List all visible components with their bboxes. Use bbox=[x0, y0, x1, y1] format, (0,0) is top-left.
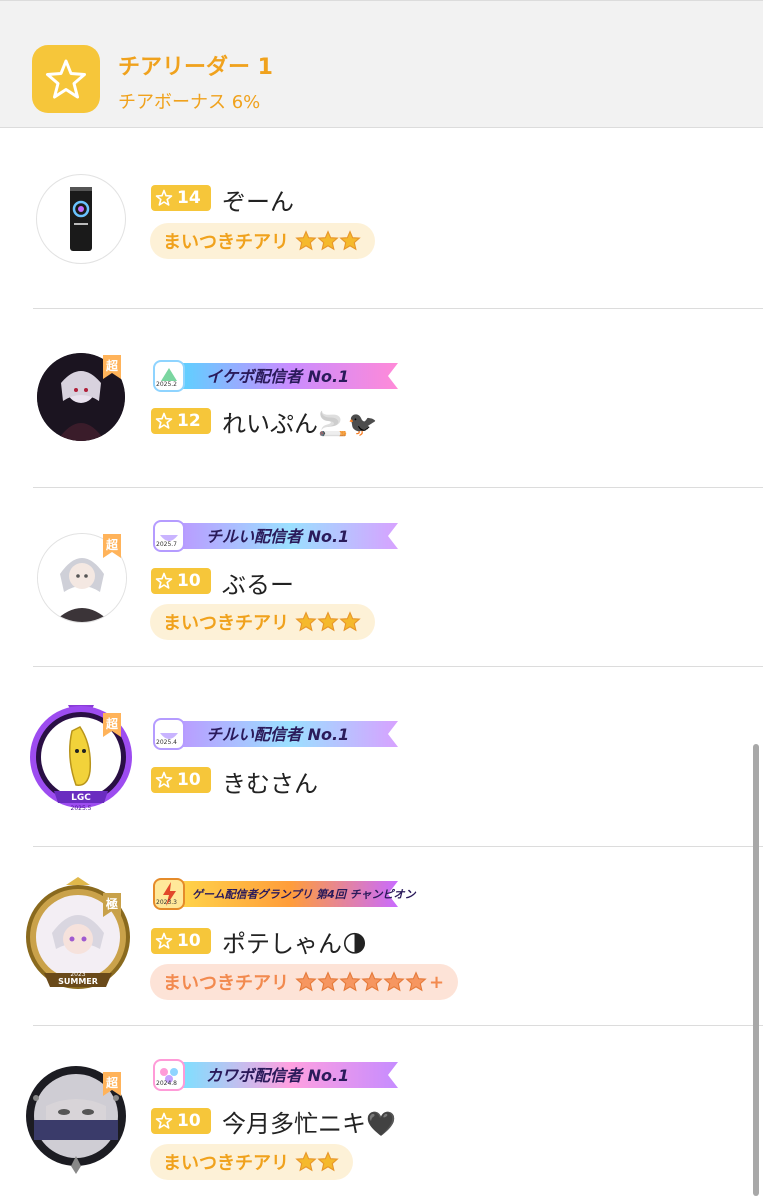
rank-number: 10 bbox=[177, 571, 201, 591]
star-outline-icon bbox=[155, 771, 173, 788]
orange-star-icon bbox=[405, 971, 427, 992]
super-badge-icon: 超 bbox=[103, 1072, 121, 1096]
achievement-badge[interactable]: チルい配信者 No.1 2025.4 bbox=[152, 717, 398, 751]
super-badge-icon: 極 bbox=[103, 893, 121, 917]
rank-number: 10 bbox=[177, 931, 201, 951]
cheerleader-header: チアリーダー 1 チアボーナス 6% bbox=[0, 0, 763, 128]
gold-star-icon bbox=[295, 1151, 317, 1172]
rank-number: 12 bbox=[177, 411, 201, 431]
gold-star-icon bbox=[339, 611, 361, 632]
rank-badge: 14 bbox=[151, 185, 211, 211]
cheerer-name[interactable]: ポテしゃん🌗 bbox=[222, 924, 367, 959]
star-outline-icon bbox=[155, 189, 173, 206]
gold-star-icon bbox=[317, 611, 339, 632]
achievement-badge[interactable]: チルい配信者 No.1 2025.7 bbox=[152, 519, 398, 553]
svg-text:超: 超 bbox=[105, 358, 119, 373]
star-outline-icon bbox=[155, 1112, 173, 1129]
orange-star-icon bbox=[317, 971, 339, 992]
badge-text: チルい配信者 No.1 bbox=[206, 527, 350, 546]
pill-stars bbox=[295, 230, 361, 252]
pill-label: まいつきチアリ bbox=[163, 232, 289, 253]
cheerer-row[interactable]: 超 チルい配信者 No.1 2025.7 10 ぶるー まいつきチアリ bbox=[0, 488, 763, 667]
pill-label: まいつきチアリ bbox=[163, 1153, 289, 1174]
svg-text:超: 超 bbox=[105, 716, 119, 731]
rank-badge: 12 bbox=[151, 408, 211, 434]
orange-star-icon bbox=[295, 971, 317, 992]
rank-number: 14 bbox=[177, 188, 201, 208]
super-badge-icon: 超 bbox=[103, 355, 121, 379]
pill-stars bbox=[295, 611, 361, 633]
cheerer-name[interactable]: 今月多忙ニキ🖤 bbox=[222, 1104, 396, 1139]
star-outline-icon bbox=[155, 932, 173, 949]
cheerer-row[interactable]: 超 イケボ配信者 No.1 2025.2 12 れいぷん🚬🐦‍⬛ bbox=[0, 309, 763, 488]
gold-star-icon bbox=[295, 230, 317, 251]
achievement-badge[interactable]: イケボ配信者 No.1 2025.2 bbox=[152, 359, 398, 393]
pill-stars: + bbox=[295, 971, 444, 993]
star-outline-icon bbox=[155, 412, 173, 429]
scrollbar[interactable] bbox=[753, 744, 759, 1196]
pill-plus: + bbox=[429, 971, 445, 993]
cheerer-name[interactable]: ぞーん bbox=[222, 182, 294, 217]
avatar-frame-text: SUMMER bbox=[58, 977, 98, 986]
badge-text: チルい配信者 No.1 bbox=[206, 725, 350, 744]
star-icon bbox=[32, 45, 100, 113]
orange-star-icon bbox=[339, 971, 361, 992]
monthly-cheer-pill: まいつきチアリ + bbox=[150, 964, 459, 1000]
rank-badge: 10 bbox=[151, 568, 211, 594]
badge-year: 2024.8 bbox=[156, 1080, 177, 1087]
cheerer-name[interactable]: きむさん bbox=[222, 764, 318, 799]
badge-year: 2023.3 bbox=[156, 899, 177, 906]
gold-star-icon bbox=[317, 1151, 339, 1172]
monthly-cheer-pill: まいつきチアリ bbox=[150, 1144, 353, 1180]
pill-label: まいつきチアリ bbox=[163, 613, 289, 634]
rank-number: 10 bbox=[177, 770, 201, 790]
svg-text:超: 超 bbox=[105, 1075, 119, 1090]
badge-text: ゲーム配信者グランプリ 第4回 チャンピオン bbox=[192, 888, 416, 901]
rank-badge: 10 bbox=[151, 767, 211, 793]
gold-star-icon bbox=[317, 230, 339, 251]
cheerer-name[interactable]: れいぷん🚬🐦‍⬛ bbox=[222, 404, 378, 439]
cheerer-name[interactable]: ぶるー bbox=[222, 565, 294, 600]
achievement-badge[interactable]: カワボ配信者 No.1 2024.8 bbox=[152, 1058, 398, 1092]
cheerer-row[interactable]: 14 ぞーん まいつきチアリ bbox=[0, 129, 763, 309]
star-outline-icon bbox=[155, 572, 173, 589]
cheerer-row[interactable]: 超 カワボ配信者 No.1 2024.8 10 今月多忙ニキ🖤 まいつきチアリ bbox=[0, 1026, 763, 1199]
avatar-frame-year: 2025.5 bbox=[71, 805, 92, 812]
cheerer-row[interactable]: 2023 SUMMER 極 ゲーム配信者グランプリ 第4回 チャンピオン 202… bbox=[0, 847, 763, 1026]
monthly-cheer-pill: まいつきチアリ bbox=[150, 223, 375, 259]
super-badge-icon: 超 bbox=[103, 534, 121, 558]
badge-year: 2025.2 bbox=[156, 381, 177, 388]
header-title: チアリーダー 1 bbox=[118, 55, 273, 80]
badge-text: カワボ配信者 No.1 bbox=[206, 1066, 350, 1085]
super-badge-icon: 超 bbox=[103, 713, 121, 737]
avatar[interactable] bbox=[36, 174, 126, 264]
orange-star-icon bbox=[361, 971, 383, 992]
achievement-badge[interactable]: ゲーム配信者グランプリ 第4回 チャンピオン 2023.3 bbox=[152, 877, 416, 911]
svg-text:極: 極 bbox=[106, 896, 118, 911]
rank-badge: 10 bbox=[151, 1108, 211, 1134]
badge-text: イケボ配信者 No.1 bbox=[206, 367, 350, 386]
header-subtitle: チアボーナス 6% bbox=[118, 92, 261, 113]
svg-text:超: 超 bbox=[105, 537, 119, 552]
monthly-cheer-pill: まいつきチアリ bbox=[150, 604, 375, 640]
cheerer-row[interactable]: LGC 2025.5 超 チルい配信者 No.1 2025.4 10 きむさん bbox=[0, 667, 763, 847]
gold-star-icon bbox=[339, 230, 361, 251]
rank-number: 10 bbox=[177, 1111, 201, 1131]
gold-star-icon bbox=[295, 611, 317, 632]
badge-year: 2025.7 bbox=[156, 541, 177, 548]
rank-badge: 10 bbox=[151, 928, 211, 954]
orange-star-icon bbox=[383, 971, 405, 992]
pill-stars bbox=[295, 1151, 339, 1173]
avatar-frame-text: LGC bbox=[71, 793, 91, 803]
pill-label: まいつきチアリ bbox=[163, 973, 289, 994]
badge-year: 2025.4 bbox=[156, 739, 177, 746]
